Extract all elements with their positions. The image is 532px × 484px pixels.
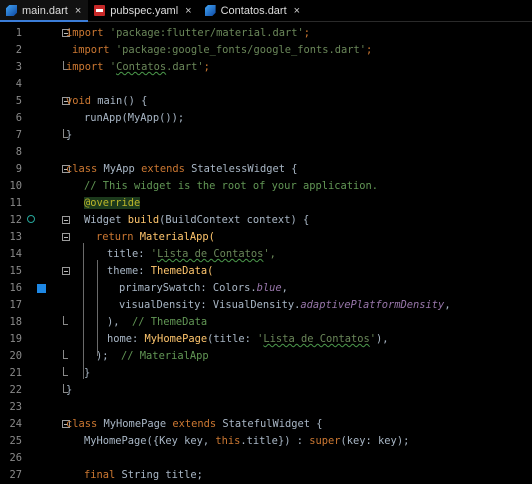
code-line: 27 final String title; <box>0 467 532 484</box>
line-number: 20 <box>9 350 22 362</box>
code-text: import 'Contatos.dart'; <box>66 61 210 73</box>
code-line: 1 import 'package:flutter/material.dart'… <box>0 25 532 42</box>
tab-label: Contatos.dart <box>220 4 287 17</box>
tab-pubspec-yaml[interactable]: pubspec.yaml × <box>88 0 198 21</box>
line-number: 26 <box>9 452 22 464</box>
code-text: title: 'Lista de Contatos', <box>107 248 276 260</box>
code-text: } <box>66 129 73 141</box>
code-line: 11 @override <box>0 195 532 212</box>
fold-end-icon <box>63 316 68 325</box>
code-line: 15 theme: ThemeData( <box>0 263 532 280</box>
line-number: 22 <box>9 384 22 396</box>
code-line: 2 import 'package:google_fonts/google_fo… <box>0 42 532 59</box>
code-line: 22 } <box>0 382 532 399</box>
code-text: class MyApp extends StatelessWidget { <box>66 163 298 175</box>
code-line: 18 ), // ThemeData <box>0 314 532 331</box>
code-line: 8 <box>0 144 532 161</box>
line-number: 2 <box>15 44 22 56</box>
code-line: 3 import 'Contatos.dart'; <box>0 59 532 76</box>
line-number: 4 <box>15 78 22 90</box>
code-line: 9 class MyApp extends StatelessWidget { <box>0 161 532 178</box>
tab-contatos-dart[interactable]: Contatos.dart × <box>199 0 307 21</box>
dart-file-icon <box>204 5 216 16</box>
code-text: runApp(MyApp()); <box>84 112 185 124</box>
fold-end-icon <box>63 367 68 376</box>
code-text: visualDensity: VisualDensity.adaptivePla… <box>119 299 451 311</box>
line-number: 13 <box>9 231 22 243</box>
code-line: 7 } <box>0 127 532 144</box>
line-number: 14 <box>9 248 22 260</box>
line-number: 5 <box>15 95 22 107</box>
tab-label: main.dart <box>22 4 68 17</box>
code-text: void main() { <box>66 95 148 107</box>
tab-label: pubspec.yaml <box>110 4 179 17</box>
code-text: import 'package:flutter/material.dart'; <box>66 27 311 39</box>
code-line: 10 // This widget is the root of your ap… <box>0 178 532 195</box>
code-line: 19 home: MyHomePage(title: 'Lista de Con… <box>0 331 532 348</box>
code-line: 5 void main() { <box>0 93 532 110</box>
code-text: import 'package:google_fonts/google_font… <box>72 44 373 56</box>
code-line: 23 <box>0 399 532 416</box>
line-number: 15 <box>9 265 22 277</box>
line-number: 1 <box>15 27 22 39</box>
line-number: 18 <box>9 316 22 328</box>
close-icon[interactable]: × <box>294 5 300 17</box>
line-number: 3 <box>15 61 22 73</box>
line-number: 9 <box>15 163 22 175</box>
code-line: 17 visualDensity: VisualDensity.adaptive… <box>0 297 532 314</box>
code-text: home: MyHomePage(title: 'Lista de Contat… <box>107 333 389 345</box>
fold-icon[interactable] <box>62 216 70 224</box>
line-number: 27 <box>9 469 22 481</box>
code-text: class MyHomePage extends StatefulWidget … <box>66 418 323 430</box>
close-icon[interactable]: × <box>75 5 81 17</box>
line-number: 11 <box>9 197 22 209</box>
tab-main-dart[interactable]: main.dart × <box>0 0 89 22</box>
code-line: 16 primarySwatch: Colors.blue, <box>0 280 532 297</box>
line-number: 25 <box>9 435 22 447</box>
line-number: 24 <box>9 418 22 430</box>
code-text: } <box>66 384 73 396</box>
code-line: 14 title: 'Lista de Contatos', <box>0 246 532 263</box>
line-number: 17 <box>9 299 22 311</box>
code-text: final String title; <box>84 469 203 481</box>
code-editor[interactable]: 1 import 'package:flutter/material.dart'… <box>0 22 532 481</box>
code-text: MyHomePage({Key key, this.title}) : supe… <box>84 435 410 447</box>
code-line: 26 <box>0 450 532 467</box>
code-line: 4 <box>0 76 532 93</box>
line-number: 7 <box>15 129 22 141</box>
line-number: 12 <box>9 214 22 226</box>
code-text: ); // MaterialApp <box>96 350 209 362</box>
code-text: ), // ThemeData <box>107 316 208 328</box>
dart-file-icon <box>6 5 17 16</box>
line-number: 21 <box>9 367 22 379</box>
code-text: theme: ThemeData( <box>107 265 214 277</box>
code-line: 12 Widget build(BuildContext context) { <box>0 212 532 229</box>
code-line: 25 MyHomePage({Key key, this.title}) : s… <box>0 433 532 450</box>
editor-tab-bar: main.dart × pubspec.yaml × Contatos.dart… <box>0 0 532 22</box>
code-line: 6 runApp(MyApp()); <box>0 110 532 127</box>
code-line: 13 return MaterialApp( <box>0 229 532 246</box>
code-text: @override <box>84 197 141 209</box>
line-number: 8 <box>15 146 22 158</box>
code-text: } <box>84 367 91 379</box>
line-number: 16 <box>9 282 22 294</box>
code-line: 20 ); // MaterialApp <box>0 348 532 365</box>
line-number: 10 <box>9 180 22 192</box>
code-text: primarySwatch: Colors.blue, <box>119 282 288 294</box>
code-text: return MaterialApp( <box>96 231 215 243</box>
code-line: 21 } <box>0 365 532 382</box>
override-icon[interactable] <box>27 215 35 223</box>
fold-end-icon <box>63 350 68 359</box>
line-number: 23 <box>9 401 22 413</box>
close-icon[interactable]: × <box>185 5 191 17</box>
line-number: 19 <box>9 333 22 345</box>
fold-icon[interactable] <box>62 233 70 241</box>
code-line: 24 class MyHomePage extends StatefulWidg… <box>0 416 532 433</box>
code-text: Widget build(BuildContext context) { <box>84 214 310 226</box>
fold-icon[interactable] <box>62 267 70 275</box>
code-comment: // This widget is the root of your appli… <box>84 180 379 192</box>
yaml-file-icon <box>94 5 106 16</box>
color-swatch-icon[interactable] <box>37 284 46 293</box>
line-number: 6 <box>15 112 22 124</box>
